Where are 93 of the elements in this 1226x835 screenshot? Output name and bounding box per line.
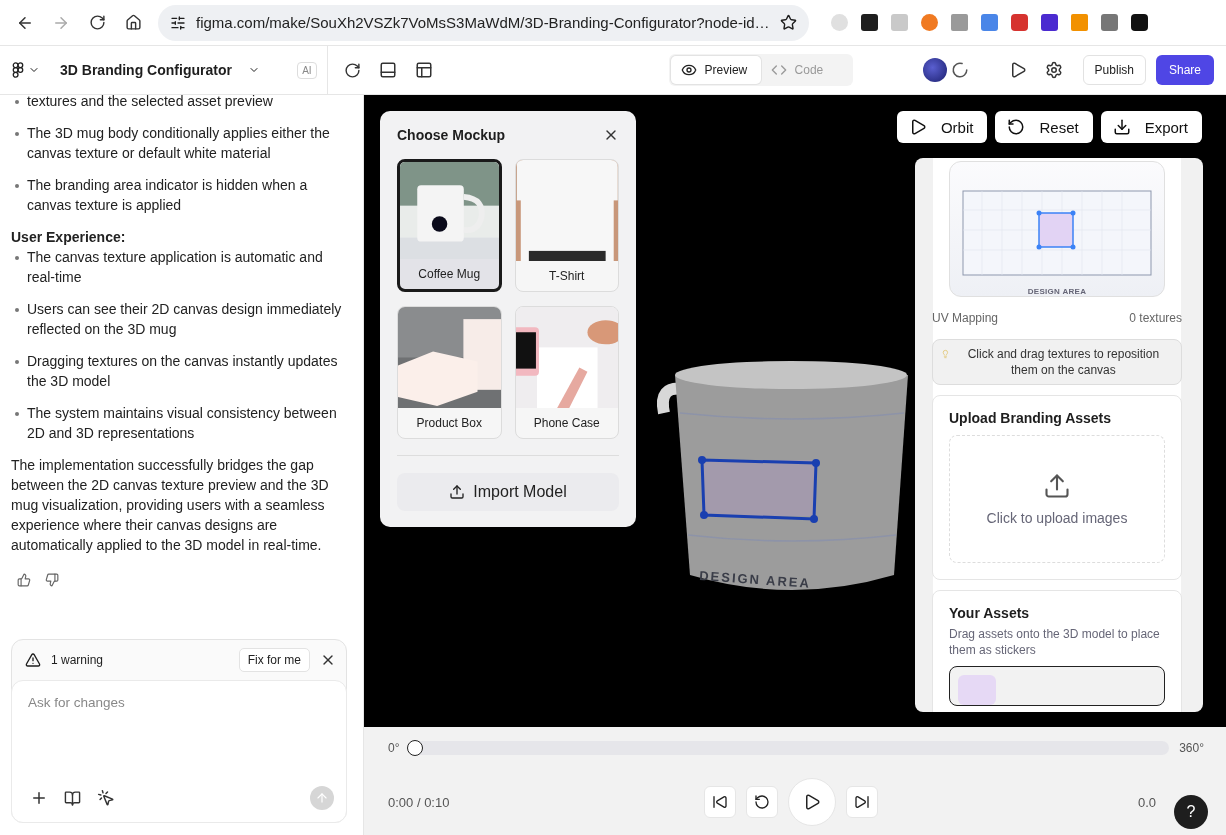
slider-thumb[interactable] — [407, 740, 424, 756]
mapping-label: UV Mapping — [932, 311, 999, 325]
reload-icon — [88, 14, 106, 31]
bullet-dot — [15, 100, 19, 104]
hint-text: Click and drag textures to reposition them on the canvas — [966, 346, 1161, 378]
settings-button[interactable] — [1044, 61, 1063, 79]
bullet-text: Dragging textures on the canvas instantly updates the 3D model — [27, 353, 338, 389]
ai-badge: AI — [297, 61, 317, 79]
extension-icon[interactable] — [860, 14, 878, 31]
layout-button[interactable] — [378, 61, 397, 79]
time-readout: 0:00 / 0:10 — [388, 794, 450, 810]
skip-forward-button[interactable] — [846, 786, 879, 818]
speed-readout: 0.0 — [1137, 794, 1156, 810]
replay-icon — [754, 794, 771, 810]
bullet-dot — [15, 132, 19, 136]
add-icon[interactable] — [30, 789, 48, 807]
arrow-up-icon — [315, 791, 329, 805]
site-settings-icon[interactable] — [170, 14, 186, 31]
upload-icon — [449, 484, 466, 500]
toolbar-button[interactable]: Export — [1100, 111, 1202, 143]
chat-input-field[interactable]: Ask for changes — [11, 680, 347, 823]
card-description: Drag assets onto the 3D model to place them as stickers — [949, 626, 1161, 658]
card-title: Your Assets — [949, 605, 1031, 621]
loading-icon — [950, 61, 969, 79]
home-icon — [124, 14, 142, 31]
layout-button[interactable] — [414, 61, 433, 79]
figma-logo-icon[interactable] — [12, 61, 24, 79]
extension-icon[interactable] — [1130, 14, 1148, 31]
mug-label: DESIGN AREA — [698, 568, 812, 591]
bullet-dot — [15, 412, 19, 416]
rotate-icon — [1007, 118, 1026, 136]
bullet-text: Users can see their 2D canvas design immediately reflected on the 3D mug — [27, 301, 342, 337]
skip-back-icon — [712, 794, 729, 810]
angle-end-label: 360° — [1179, 741, 1204, 755]
settings-icon — [1044, 61, 1063, 79]
skip-back-button[interactable] — [704, 786, 737, 818]
bullet-dot — [15, 308, 19, 312]
bullet-text: The 3D mug body conditionally applies either the canvas texture or default white material — [27, 125, 330, 161]
card-title: Upload Branding Assets — [949, 410, 1113, 426]
bullet-dot — [15, 184, 19, 188]
bullet-dot — [15, 256, 19, 260]
download-icon — [1112, 118, 1131, 136]
bullet-text: textures and the selected asset preview — [27, 95, 273, 109]
import-button[interactable]: Import Model — [397, 473, 619, 511]
warning-text: 1 warning — [51, 653, 104, 667]
message-paragraph: The implementation successfully bridges the gap between the 2D canvas texture preview and the 3D mug visualization, providing users with a seamless experience where their canvas designs are automatically applied to the 3D model in real-time. — [11, 456, 330, 555]
bullet-text: The system maintains visual consistency between 2D and 3D representations — [27, 405, 337, 441]
section-heading: User Experience: — [11, 228, 127, 247]
mockup-option[interactable]: Coffee Mug — [397, 159, 502, 292]
angle-start-label: 0° — [388, 741, 400, 755]
refresh-button[interactable] — [343, 61, 361, 79]
bookmark-star-icon[interactable] — [779, 14, 797, 31]
texture-count: 0 textures — [1129, 311, 1182, 325]
address-bar[interactable]: figma.com/make/SouXh2VSZk7VoMsS3MaWdM/3D-Branding-Configurator?node-id… — [158, 4, 809, 41]
url-text: figma.com/make/SouXh2VSZk7VoMsS3MaWdM/3D-Branding-Configurator?node-id… — [196, 14, 770, 31]
bullet-text: The branding area indicator is hidden when a canvas texture is applied — [27, 177, 308, 213]
dialog-title: Choose Mockup — [397, 127, 506, 143]
share-button[interactable]: Share — [1155, 55, 1214, 85]
panel-bottom-icon — [378, 61, 397, 79]
lightbulb-icon — [941, 348, 950, 360]
toolbar-button[interactable]: Reset — [995, 111, 1093, 143]
fix-button[interactable]: Fix for me — [238, 648, 310, 672]
toolbar-button[interactable]: Orbit — [896, 111, 988, 143]
warning-icon — [25, 652, 41, 668]
bullet-text: The canvas texture application is automatic and real-time — [27, 249, 323, 285]
play-icon — [803, 793, 822, 811]
eye-icon — [680, 62, 697, 78]
mockup-option[interactable]: Phone Case — [514, 306, 619, 439]
pointer-click-icon[interactable] — [97, 789, 115, 807]
upload-icon — [1043, 472, 1071, 500]
thumbs-up-icon[interactable] — [17, 573, 31, 587]
asset-thumbnail — [958, 675, 996, 705]
user-avatar[interactable] — [922, 58, 947, 82]
code-icon — [770, 62, 787, 78]
design-area-label: DESIGN AREA — [1027, 287, 1087, 296]
thumbs-down-icon[interactable] — [45, 573, 59, 587]
book-icon[interactable] — [64, 789, 81, 807]
mockup-option[interactable]: Product Box — [397, 306, 502, 439]
help-button[interactable]: ? — [1174, 795, 1208, 829]
project-title[interactable]: 3D Branding Configurator — [60, 62, 232, 78]
panels-icon — [414, 61, 433, 79]
extension-icon[interactable] — [1040, 14, 1058, 31]
replay-button[interactable] — [746, 786, 779, 818]
refresh-icon — [343, 61, 361, 79]
view-tab[interactable]: Preview — [670, 56, 761, 84]
skip-forward-icon — [854, 794, 871, 810]
play-button[interactable] — [788, 778, 837, 826]
mockup-option[interactable]: T-Shirt — [514, 159, 619, 292]
asset-item[interactable] — [949, 666, 1165, 706]
upload-dropzone[interactable]: Click to upload images — [949, 435, 1165, 563]
publish-button[interactable]: Publish — [1082, 55, 1146, 85]
bullet-dot — [15, 360, 19, 364]
rotation-slider[interactable] — [409, 741, 1170, 755]
